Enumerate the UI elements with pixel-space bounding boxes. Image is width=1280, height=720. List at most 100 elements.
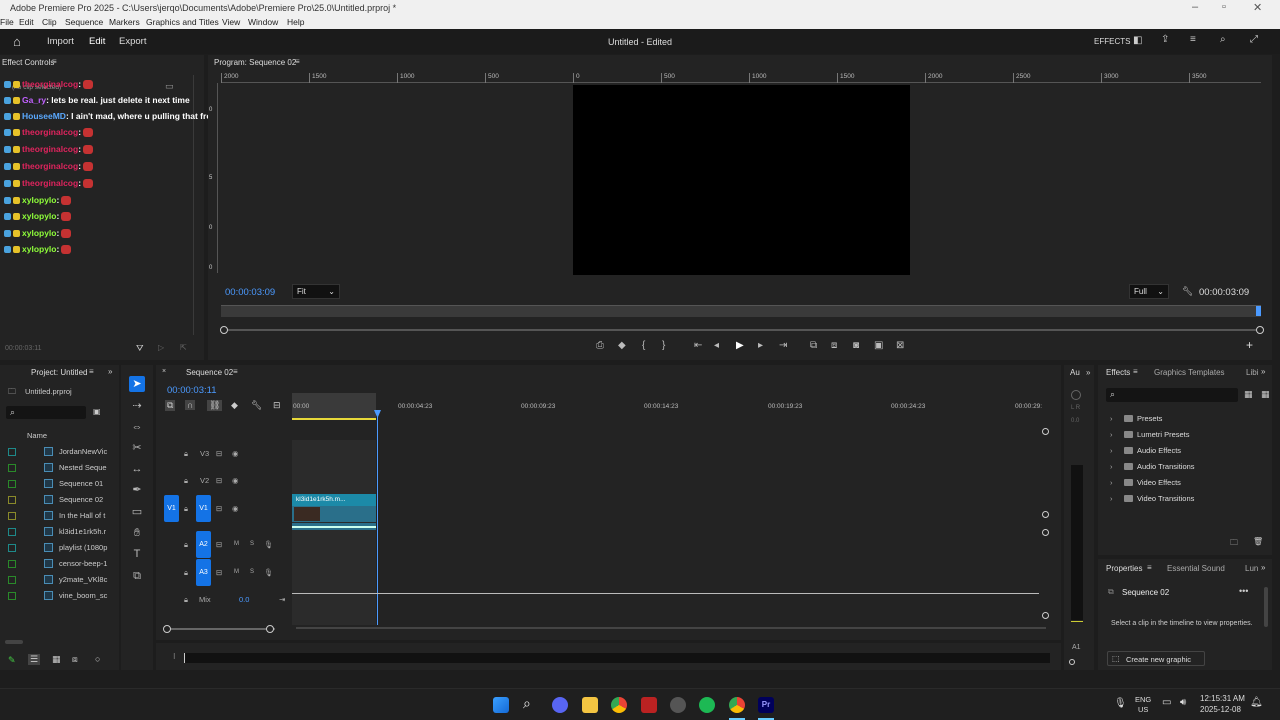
premiere-icon[interactable]: Pr <box>758 697 774 713</box>
menu-icon[interactable]: ≡ <box>1190 34 1196 45</box>
track-scroll-top[interactable] <box>1042 428 1049 435</box>
track-select-icon[interactable]: ⇢ <box>129 398 145 414</box>
label-color-swatch[interactable] <box>8 512 16 520</box>
zoom-handle-left[interactable] <box>163 625 171 633</box>
properties-menu-icon[interactable]: ≡ <box>1147 563 1152 572</box>
menu-graphics[interactable]: Graphics and Titles <box>146 17 219 27</box>
menu-help[interactable]: Help <box>287 17 304 27</box>
chrome-icon[interactable] <box>611 697 627 713</box>
label-color-swatch[interactable] <box>8 464 16 472</box>
project-scrollbar[interactable] <box>5 640 23 644</box>
zoom-handle-left[interactable] <box>220 326 228 334</box>
new-bin-icon[interactable]: ▣ <box>93 407 101 416</box>
trash-icon[interactable]: 🗑︎ <box>1253 537 1263 546</box>
sync-icon[interactable]: ⊟ <box>216 568 222 577</box>
menu-clip[interactable]: Clip <box>42 17 57 27</box>
fullscreen-icon[interactable]: ⤢ <box>1250 34 1258 45</box>
lock-icon[interactable]: 🔒︎ <box>184 476 188 486</box>
effect-controls-tab[interactable]: Effect Controls <box>2 58 54 67</box>
accelerated-effects-icon[interactable]: ▦ <box>1244 389 1253 400</box>
graphics-templates-tab[interactable]: Graphics Templates <box>1154 368 1225 377</box>
properties-scrollbar[interactable] <box>1264 587 1268 627</box>
chevron-right-icon[interactable]: › <box>1110 430 1113 439</box>
program-timecode-left[interactable]: 00:00:03:09 <box>225 287 275 298</box>
lock-icon[interactable]: 🔒︎ <box>184 540 188 550</box>
label-color-swatch[interactable] <box>8 480 16 488</box>
eye-icon[interactable]: ◉ <box>232 449 239 458</box>
play-only-icon[interactable]: ▷ <box>158 343 164 352</box>
sync-icon[interactable]: ⊟ <box>216 476 222 485</box>
libraries-tab[interactable]: Libi <box>1246 368 1258 377</box>
step-back-icon[interactable]: ◂ <box>714 340 719 351</box>
microphone-icon[interactable]: 🎙︎ <box>1114 698 1127 709</box>
meter-solo-icon[interactable] <box>1071 390 1081 400</box>
filter-icon[interactable]: ⛛ <box>136 343 144 354</box>
mix-end-icon[interactable]: ⇥ <box>279 595 285 604</box>
menu-window[interactable]: Window <box>248 17 278 27</box>
menu-markers[interactable]: Markers <box>109 17 140 27</box>
name-column-header[interactable]: Name <box>27 431 47 440</box>
insert-icon[interactable]: ⧉ <box>810 340 817 351</box>
effects-search-input[interactable] <box>1106 388 1238 402</box>
region-label[interactable]: US <box>1138 705 1148 714</box>
steam-icon[interactable] <box>670 697 686 713</box>
zoom-handle-right[interactable] <box>1256 326 1264 334</box>
clock-date[interactable]: 2025-12-08 <box>1200 705 1241 714</box>
selection-tool-icon[interactable]: ➤ <box>129 376 145 392</box>
caption-bar[interactable] <box>184 653 1050 663</box>
discord-icon[interactable] <box>552 697 568 713</box>
label-color-swatch[interactable] <box>8 448 16 456</box>
essential-sound-tab[interactable]: Essential Sound <box>1167 564 1225 573</box>
source-v1-patch[interactable]: V1 <box>164 495 179 522</box>
compare-icon[interactable]: ▣ <box>874 340 883 351</box>
label-color-swatch[interactable] <box>8 592 16 600</box>
notification-icon[interactable]: 🔔︎ <box>1250 697 1263 708</box>
export-icon[interactable]: ⇱ <box>180 343 187 352</box>
label-color-swatch[interactable] <box>8 496 16 504</box>
overwrite-icon[interactable]: ⧈ <box>831 340 837 351</box>
sequence-tab[interactable]: Sequence 02 <box>186 368 233 377</box>
slip-icon[interactable]: ↔ <box>129 461 145 477</box>
language-label[interactable]: ENG <box>1135 695 1151 704</box>
razor-icon[interactable]: ✂ <box>129 440 145 456</box>
menu-view[interactable]: View <box>222 17 240 27</box>
spotify-icon[interactable] <box>699 697 715 713</box>
meter-scroll-handle[interactable] <box>1069 659 1075 665</box>
eye-icon[interactable]: ◉ <box>232 504 239 513</box>
lock-icon[interactable]: 🔒︎ <box>184 568 188 578</box>
search-icon[interactable]: ⌕ <box>1220 34 1226 45</box>
network-icon[interactable]: ▭ <box>1162 697 1171 708</box>
hand-icon[interactable]: ✋︎ <box>129 525 145 541</box>
program-tab[interactable]: Program: Sequence 02 <box>214 58 296 67</box>
32bit-effects-icon[interactable]: ▦ <box>1261 389 1270 400</box>
track-a3-target[interactable]: A3 <box>196 559 211 586</box>
menu-edit[interactable]: Edit <box>19 17 34 27</box>
camera-icon[interactable]: ◙ <box>853 340 859 351</box>
chrome-active-icon[interactable] <box>729 697 745 713</box>
effects-tab[interactable]: Effects <box>1106 368 1130 377</box>
marker-icon[interactable]: ◆ <box>618 340 626 351</box>
lock-icon[interactable]: 🔒︎ <box>184 595 188 605</box>
captions-icon[interactable]: ⊟ <box>273 400 281 411</box>
video-clip-header[interactable]: kl3id1e1rk5h.m... <box>292 494 376 506</box>
play-icon[interactable]: ▶ <box>736 340 744 351</box>
playback-ruler[interactable] <box>221 305 1261 317</box>
work-area-bar[interactable] <box>292 418 376 420</box>
effects-menu-icon[interactable]: ≡ <box>1133 367 1138 376</box>
zoom-handle-right[interactable] <box>266 625 274 633</box>
create-graphic-button[interactable]: Create new graphic <box>1107 651 1205 666</box>
sync-icon[interactable]: ⊟ <box>216 449 222 458</box>
timeline-menu-icon[interactable]: ≡ <box>233 367 238 376</box>
fit-dropdown[interactable]: Fit ⌄ <box>292 284 340 299</box>
project-menu-icon[interactable]: ≡ <box>89 367 94 376</box>
label-color-swatch[interactable] <box>8 576 16 584</box>
mic-icon[interactable]: 🎙︎ <box>264 540 274 549</box>
caption-track-icon[interactable]: ⁝ <box>173 652 176 661</box>
vr-icon[interactable]: ⊠ <box>896 340 904 351</box>
settings-wrench-icon[interactable]: 🔧︎ <box>251 400 262 411</box>
menu-file[interactable]: File <box>0 17 14 27</box>
resolution-dropdown[interactable]: Full ⌄ <box>1129 284 1169 299</box>
panel-menu-icon[interactable]: ≡ <box>52 57 57 66</box>
collapse-icon[interactable]: ▭ <box>165 81 174 92</box>
track-scroll-a[interactable] <box>1042 529 1049 536</box>
